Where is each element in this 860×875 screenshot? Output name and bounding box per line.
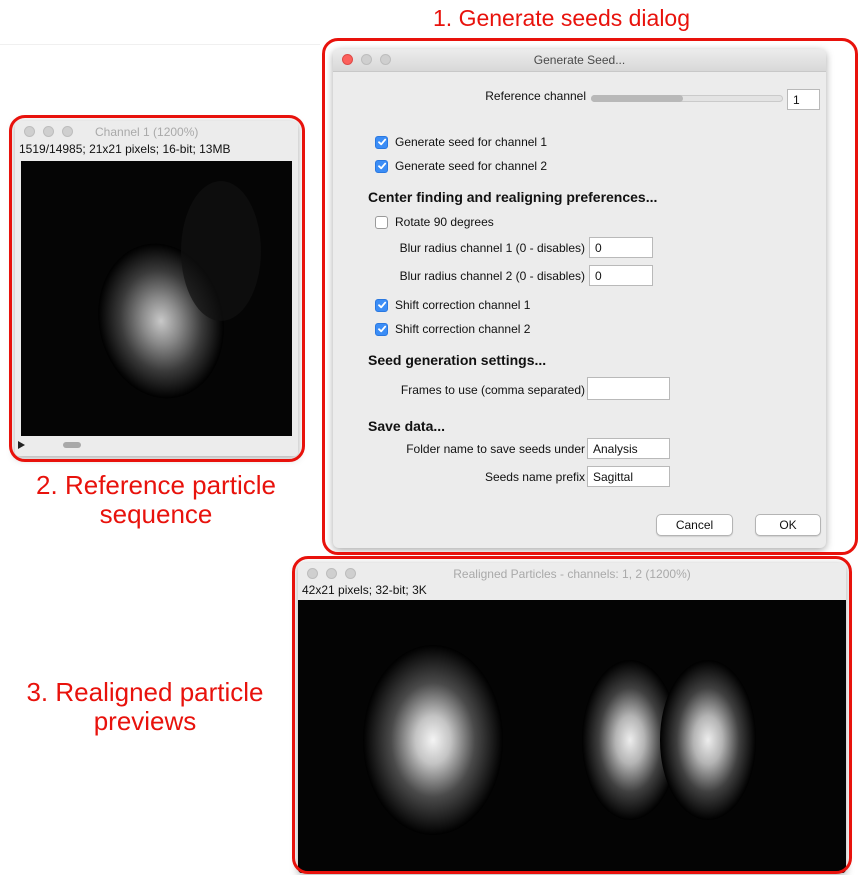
annotation-generate-seeds-dialog: 1. Generate seeds dialog	[433, 5, 691, 31]
annotation-reference-particle: 2. Reference particle sequence	[8, 470, 304, 530]
annotation-line: previews	[93, 706, 197, 737]
annotation-line: 3. Realigned particle	[26, 677, 264, 707]
annotation-box-realigned-particles	[292, 556, 852, 874]
annotation-realigned-particle: 3. Realigned particle previews	[0, 677, 290, 737]
background-divider	[0, 44, 320, 45]
annotation-box-generate-seeds	[322, 38, 858, 555]
annotation-line: 2. Reference particle	[36, 470, 276, 500]
annotation-box-reference-particle	[9, 115, 305, 462]
annotation-line: sequence	[99, 499, 213, 530]
